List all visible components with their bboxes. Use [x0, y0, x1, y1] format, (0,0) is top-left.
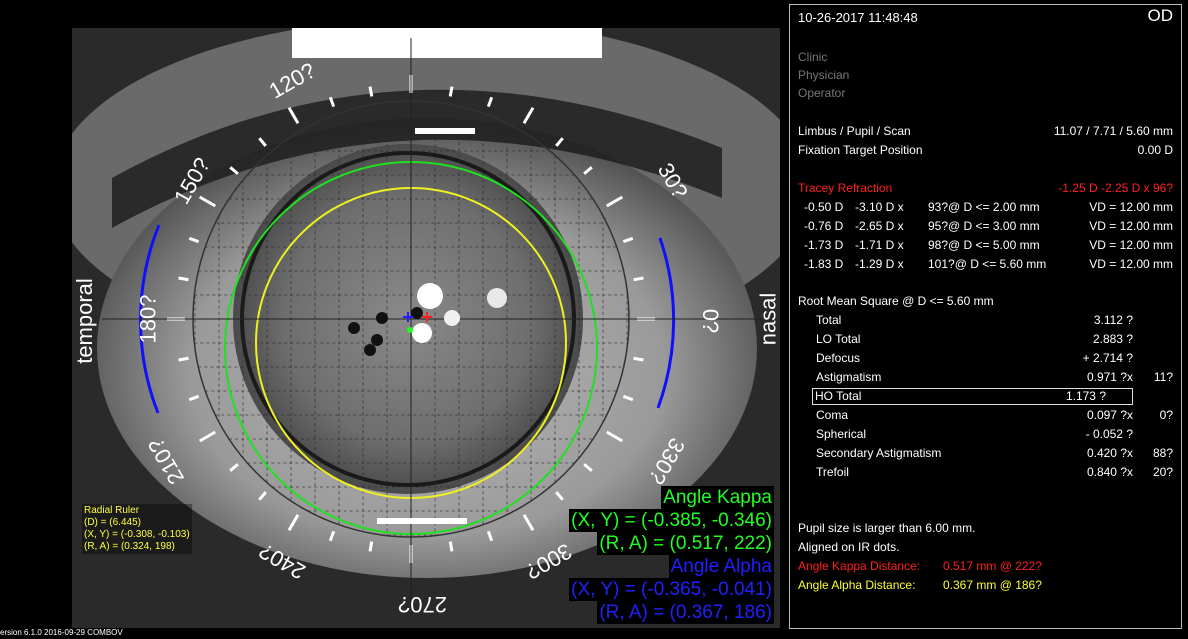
rms-axis: 88? — [1152, 446, 1173, 460]
rms-row[interactable]: HO Total 1.173 ? — [812, 388, 1133, 405]
rms-row: Secondary Astigmatism 0.420 ?x 88? — [798, 445, 1173, 461]
nasal-label: nasal — [755, 292, 780, 346]
refraction-title-row: Tracey Refraction -1.25 D -2.25 D x 96? — [798, 180, 1173, 196]
ruler-ra: (R, A) = (0.324, 198) — [84, 541, 175, 552]
degree-label-180: 180? — [135, 294, 161, 344]
eye-image-view[interactable]: 90? 120? 150? 180? 210? 240? 270? 300? 3… — [72, 28, 780, 628]
rms-value: 2.883 ? — [1092, 332, 1133, 346]
refraction-row: -1.83 D -1.29 D x 101?@ D <= 5.60 mm VD = 1… — [798, 256, 1173, 272]
pupil-note: Pupil size is larger than 6.00 mm. — [798, 521, 976, 535]
kappa-title: Angle Kappa — [661, 486, 774, 509]
refraction-cyl: -3.10 D x — [855, 200, 904, 214]
refraction-axis: 93?@ D <= 2.00 mm — [928, 200, 1040, 214]
limbus-label: Limbus / Pupil / Scan — [798, 124, 911, 138]
aligned-note: Aligned on IR dots. — [798, 540, 900, 554]
refraction-sph: -1.83 D — [804, 257, 844, 271]
rms-value: 3.112 ? — [1093, 313, 1133, 327]
refraction-sph: -0.50 D — [804, 200, 844, 214]
alpha-distance-label: Angle Alpha Distance: — [798, 578, 916, 592]
rms-label: Coma — [816, 408, 849, 422]
rms-label: Spherical — [816, 427, 867, 441]
rms-axis: 0? — [1159, 408, 1173, 422]
refraction-row: -0.50 D -3.10 D x 93?@ D <= 2.00 mm VD = 12… — [798, 199, 1173, 215]
clinic-label: Clinic — [798, 50, 828, 64]
eye-side-wrap: OD — [798, 6, 1174, 28]
kappa-distance-row: Angle Kappa Distance: 0.517 mm @ 222? — [798, 558, 1173, 574]
refraction-axis: 95?@ D <= 3.00 mm — [928, 219, 1040, 233]
rms-title: Root Mean Square @ D <= 5.60 mm — [798, 294, 994, 308]
rms-row: Astigmatism 0.971 ?x 11? — [798, 369, 1173, 385]
rms-label: Astigmatism — [816, 370, 882, 384]
refraction-vd: VD = 12.00 mm — [1089, 219, 1173, 233]
kappa-xy: (X, Y) = (-0.385, -0.346) — [569, 509, 774, 532]
results-panel: 10-26-2017 11:48:48 OD Clinic Physician … — [789, 4, 1182, 629]
limbus-value: 11.07 / 7.71 / 5.60 mm — [1053, 124, 1173, 138]
refraction-axis: 101?@ D <= 5.60 mm — [928, 257, 1047, 271]
rms-row: LO Total 2.883 ? — [798, 331, 1173, 347]
rms-value: + 2.714 ? — [1082, 351, 1133, 365]
refraction-cyl: -2.65 D x — [855, 219, 904, 233]
alpha-ra: (R, A) = (0.367, 186) — [597, 601, 774, 624]
alpha-distance-value: 0.367 mm @ 186? — [943, 578, 1042, 592]
fixation-label: Fixation Target Position — [798, 143, 923, 157]
rms-label: Total — [816, 313, 842, 327]
rms-row: Spherical - 0.052 ? — [798, 426, 1173, 442]
rms-row: Defocus + 2.714 ? — [798, 350, 1173, 366]
ruler-xy: (X, Y) = (-0.308, -0.103) — [84, 529, 190, 540]
refraction-cyl: -1.29 D x — [855, 257, 904, 271]
degree-label-90: 90? — [410, 28, 447, 43]
refraction-sph: -1.73 D — [804, 238, 844, 252]
rms-axis: 11? — [1153, 370, 1173, 384]
kappa-ra: (R, A) = (0.517, 222) — [597, 532, 774, 555]
rms-value: 1.173 ? — [1065, 389, 1106, 403]
rms-label: Secondary Astigmatism — [816, 446, 942, 460]
fixation-row: Fixation Target Position 0.00 D — [798, 142, 1173, 158]
limbus-row: Limbus / Pupil / Scan 11.07 / 7.71 / 5.6… — [798, 123, 1173, 139]
degree-label-270: 270? — [398, 592, 447, 617]
rms-value: 0.971 ?x — [1086, 370, 1133, 384]
alpha-distance-row: Angle Alpha Distance: 0.367 mm @ 186? — [798, 577, 1173, 593]
operator-label: Operator — [798, 86, 846, 100]
kappa-distance-label: Angle Kappa Distance: — [798, 559, 921, 573]
kappa-distance-value: 0.517 mm @ 222? — [943, 559, 1042, 573]
rms-axis: 20? — [1152, 465, 1173, 479]
rms-row: Total 3.112 ? — [798, 312, 1173, 328]
rms-row: Trefoil 0.840 ?x 20? — [798, 464, 1173, 480]
rms-value: - 0.052 ? — [1085, 427, 1133, 441]
refraction-row: -0.76 D -2.65 D x 95?@ D <= 3.00 mm VD = 12… — [798, 218, 1173, 234]
rms-value: 0.097 ?x — [1086, 408, 1133, 422]
refraction-axis: 98?@ D <= 5.00 mm — [928, 238, 1040, 252]
temporal-label: temporal — [72, 278, 97, 364]
version-label: ersion 6.1.0 2016-09-29 COMBOV — [0, 628, 123, 637]
radial-ruler-readout: Radial Ruler (D) = (6.445) (X, Y) = (-0.… — [82, 504, 192, 554]
degree-label-0: 0? — [698, 308, 724, 334]
ruler-d: (D) = (6.445) — [84, 517, 141, 528]
ruler-title: Radial Ruler — [84, 505, 140, 516]
refraction-title: Tracey Refraction — [798, 181, 893, 195]
rms-value: 0.420 ?x — [1086, 446, 1133, 460]
refraction-vd: VD = 12.00 mm — [1089, 257, 1173, 271]
rms-label: HO Total — [815, 389, 862, 403]
alpha-title: Angle Alpha — [668, 555, 774, 578]
refraction-vd: VD = 12.00 mm — [1089, 238, 1173, 252]
angle-alpha-readout: Angle Alpha (X, Y) = (-0.365, -0.041) (R… — [569, 555, 774, 624]
rms-label: Defocus — [816, 351, 861, 365]
rms-row: Coma 0.097 ?x 0? — [798, 407, 1173, 423]
eye-side: OD — [1147, 6, 1174, 25]
refraction-sph: -0.76 D — [804, 219, 844, 233]
angle-kappa-readout: Angle Kappa (X, Y) = (-0.385, -0.346) (R… — [569, 486, 774, 555]
rms-label: LO Total — [816, 332, 861, 346]
refraction-vd: VD = 12.00 mm — [1089, 200, 1173, 214]
alpha-xy: (X, Y) = (-0.365, -0.041) — [569, 578, 774, 601]
refraction-summary: -1.25 D -2.25 D x 96? — [1058, 181, 1173, 195]
rms-value: 0.840 ?x — [1086, 465, 1133, 479]
rms-label: Trefoil — [816, 465, 849, 479]
refraction-row: -1.73 D -1.71 D x 98?@ D <= 5.00 mm VD = 12… — [798, 237, 1173, 253]
refraction-cyl: -1.71 D x — [855, 238, 904, 252]
fixation-value: 0.00 D — [1137, 143, 1173, 157]
physician-label: Physician — [798, 68, 850, 82]
